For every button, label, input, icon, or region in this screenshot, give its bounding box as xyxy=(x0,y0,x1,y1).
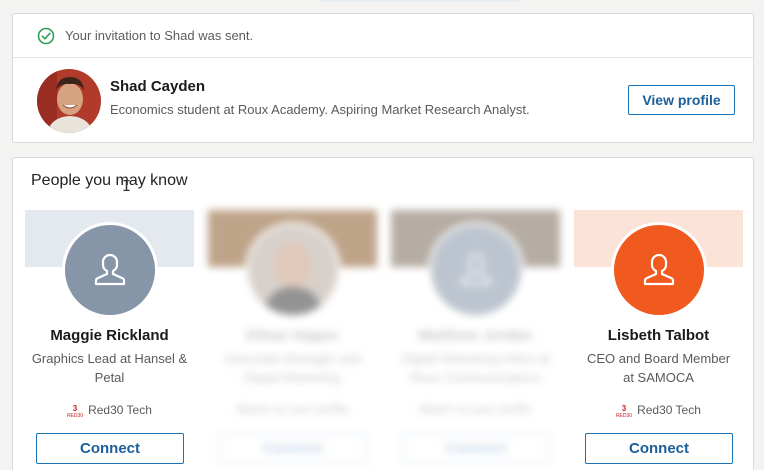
suggestion-card: Lisbeth Talbot CEO and Board Member at S… xyxy=(574,210,743,470)
profile-photo[interactable] xyxy=(245,222,341,318)
invited-person: Shad Cayden Economics student at Roux Ac… xyxy=(13,58,753,144)
svg-text:3: 3 xyxy=(73,404,78,413)
suggestion-title: Graphics Lead at Hansel & Petal xyxy=(31,351,188,385)
suggestion-org: Match on your profile xyxy=(391,402,560,416)
invitation-card: Your invitation to Shad was sent. Shad C… xyxy=(12,13,754,143)
org-name: Match on your profile xyxy=(419,402,532,416)
invitation-notice: Your invitation to Shad was sent. xyxy=(13,14,753,58)
suggestion-name[interactable]: Lisbeth Talbot xyxy=(574,327,743,344)
profile-photo[interactable] xyxy=(37,69,101,133)
svg-text:RED30: RED30 xyxy=(67,413,83,418)
suggestion-card: Matthew Jordan Digital Marketing Intern … xyxy=(391,210,560,470)
svg-text:RED30: RED30 xyxy=(616,413,632,418)
default-person-icon[interactable] xyxy=(62,222,158,318)
person-headline: Economics student at Roux Academy. Aspir… xyxy=(110,101,530,117)
connect-button[interactable]: Connect xyxy=(585,433,733,464)
suggestion-org: 3 RED30 Red30 Tech xyxy=(574,402,743,418)
person-name[interactable]: Shad Cayden xyxy=(110,78,530,95)
section-title: People you may know xyxy=(31,172,188,189)
suggestion-org: Match on your profile xyxy=(208,402,377,416)
org-name: Red30 Tech xyxy=(637,403,701,417)
check-circle-icon xyxy=(37,27,55,44)
suggestion-org: 3 RED30 Red30 Tech xyxy=(25,402,194,418)
connect-button[interactable]: Connect xyxy=(219,433,367,464)
svg-text:3: 3 xyxy=(622,404,627,413)
red30-logo-icon: 3RED30 xyxy=(616,404,632,418)
org-name: Match on your profile xyxy=(236,402,349,416)
connect-button[interactable]: Connect xyxy=(402,433,550,464)
suggestion-title: Associate Manager and Digital Marketing xyxy=(224,351,361,385)
default-person-icon[interactable] xyxy=(611,222,707,318)
notice-text: Your invitation to Shad was sent. xyxy=(65,28,254,43)
suggestion-card: Ethan Hagen Associate Manager and Digita… xyxy=(208,210,377,470)
suggestion-title: CEO and Board Member at SAMOCA xyxy=(586,351,731,385)
connect-button[interactable]: Connect xyxy=(36,433,184,464)
suggestion-name[interactable]: Maggie Rickland xyxy=(25,327,194,344)
suggestion-title: Digital Marketing Intern at Roux Communi… xyxy=(401,351,550,385)
text-cursor-icon: I xyxy=(122,177,132,195)
people-you-may-know-card: People you may know I Maggie Rickland Gr… xyxy=(12,157,754,470)
red30-logo-icon: 3RED30 xyxy=(67,404,83,418)
suggestion-name[interactable]: Matthew Jordan xyxy=(391,327,560,344)
suggestion-name[interactable]: Ethan Hagen xyxy=(208,327,377,344)
suggestion-card: Maggie Rickland Graphics Lead at Hansel … xyxy=(25,210,194,470)
top-edge-line xyxy=(320,0,520,2)
org-name: Red30 Tech xyxy=(88,403,152,417)
person-info: Shad Cayden Economics student at Roux Ac… xyxy=(110,78,530,117)
view-profile-button[interactable]: View profile xyxy=(628,85,735,115)
default-person-icon[interactable] xyxy=(428,222,524,318)
